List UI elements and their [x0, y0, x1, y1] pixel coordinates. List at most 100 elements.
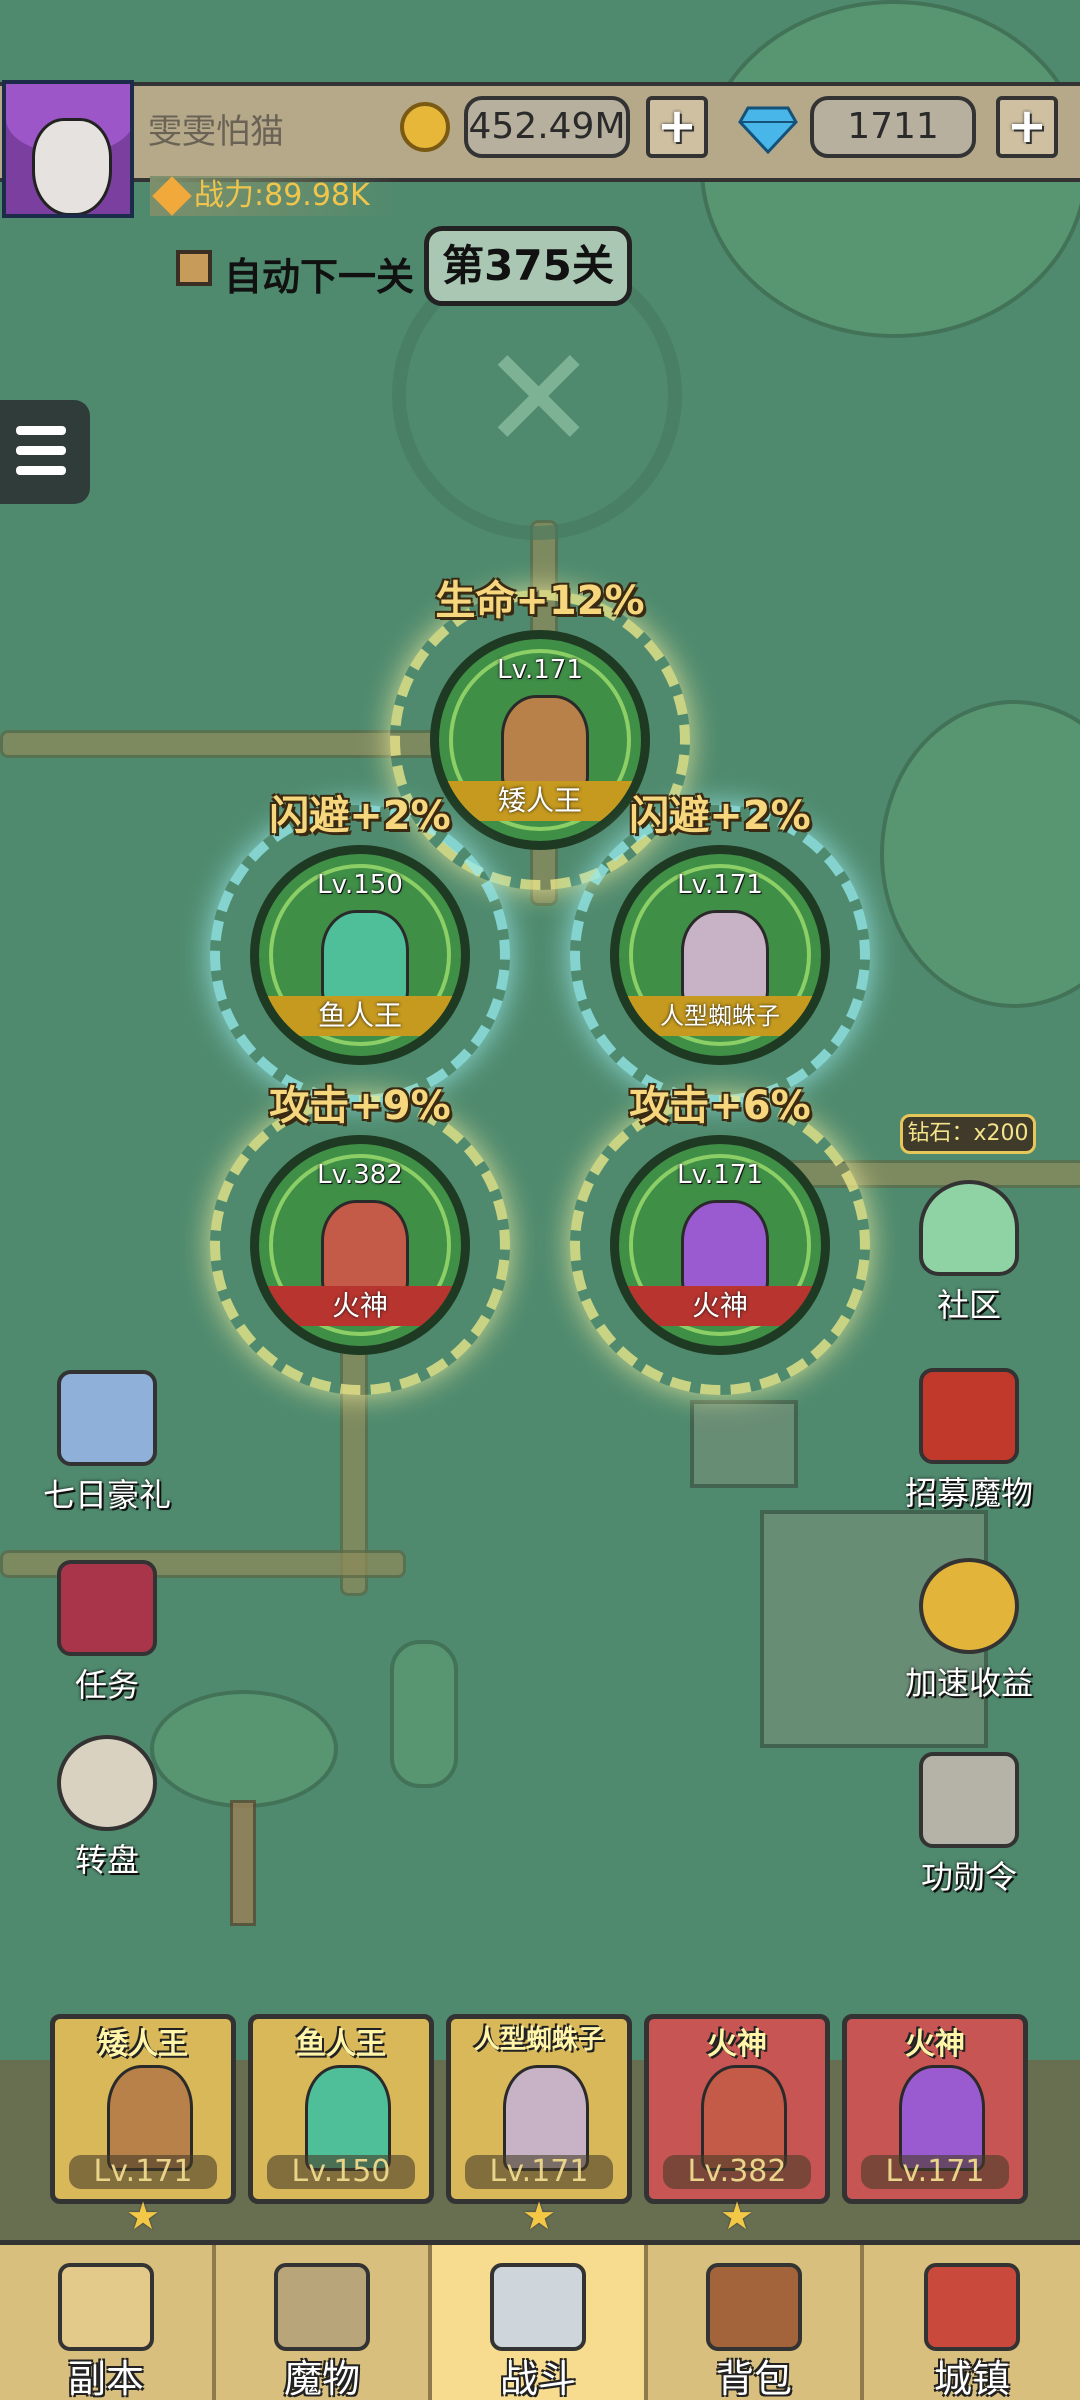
- speed-up-earnings-button[interactable]: 加速收益: [894, 1558, 1044, 1704]
- button-label: 功勋令: [920, 1858, 1017, 1896]
- nav-tab-town[interactable]: 城镇: [864, 2245, 1080, 2400]
- team-slot-3[interactable]: 人型蜘蛛子 Lv.171: [446, 2014, 632, 2204]
- team-unit-level: Lv.171: [69, 2155, 217, 2189]
- menu-line: [16, 446, 66, 455]
- unit-disc: Lv.382 火神: [250, 1135, 470, 1355]
- menu-line: [16, 466, 66, 475]
- quest-button[interactable]: 任务: [32, 1560, 182, 1706]
- diamond-icon: [738, 106, 798, 154]
- tap-community-icon: [919, 1180, 1019, 1276]
- nav-label: 战斗: [499, 2357, 576, 2400]
- unit-name: 火神: [259, 1286, 461, 1326]
- unit-level: Lv.171: [677, 870, 763, 900]
- team-unit-name: 火神: [905, 2027, 965, 2062]
- map-building: [690, 1400, 798, 1488]
- recruit-banner-icon: [919, 1368, 1019, 1464]
- unit-level: Lv.150: [317, 870, 403, 900]
- star-icon: ★: [719, 2194, 755, 2238]
- nav-tab-monsters[interactable]: 魔物: [216, 2245, 432, 2400]
- wheel-button[interactable]: 转盘: [32, 1735, 182, 1881]
- team-unit-level: Lv.171: [861, 2155, 1009, 2189]
- diamond-amount: 1711: [810, 96, 976, 158]
- team-unit-name: 人型蜘蛛子: [473, 2025, 604, 2055]
- quest-book-icon: [57, 1560, 157, 1656]
- nav-tab-battle[interactable]: 战斗: [432, 2245, 648, 2400]
- combat-power-text: 战力:89.98K: [194, 178, 370, 213]
- team-unit-level: Lv.382: [663, 2155, 811, 2189]
- coin-boost-icon: [919, 1558, 1019, 1654]
- unit-buff: 闪避+2%: [269, 793, 451, 839]
- nav-label: 副本: [67, 2357, 144, 2400]
- team-slot-5[interactable]: 火神 Lv.171: [842, 2014, 1028, 2204]
- add-diamond-button[interactable]: +: [996, 96, 1058, 158]
- formation-slot-2[interactable]: Lv.150 鱼人王 闪避+2%: [210, 793, 510, 1105]
- menu-button[interactable]: [0, 400, 90, 504]
- player-name: 雯雯怕猫: [148, 112, 284, 152]
- map-tree: [390, 1640, 458, 1788]
- unit-level: Lv.171: [497, 655, 583, 685]
- nav-label: 背包: [715, 2357, 792, 2400]
- unit-level: Lv.171: [677, 1160, 763, 1190]
- merit-order-button[interactable]: 功勋令: [894, 1752, 1044, 1898]
- team-unit-level: Lv.150: [267, 2155, 415, 2189]
- star-icon: ★: [125, 2194, 161, 2238]
- avatar-face: [32, 118, 112, 214]
- map-tree-trunk: [230, 1800, 256, 1926]
- team-unit-name: 鱼人王: [296, 2027, 386, 2062]
- combat-power: 战力:89.98K: [150, 176, 400, 216]
- unit-name: 火神: [619, 1286, 821, 1326]
- knight-helmet-icon: [57, 1370, 157, 1466]
- unit-disc: Lv.150 鱼人王: [250, 845, 470, 1065]
- formation-slot-3[interactable]: Lv.171 人型蜘蛛子 闪避+2%: [570, 793, 870, 1105]
- button-label: 招募魔物: [904, 1474, 1033, 1512]
- auto-next-checkbox[interactable]: [176, 250, 212, 286]
- player-avatar[interactable]: [2, 80, 134, 218]
- power-icon: [152, 176, 192, 216]
- team-unit-level: Lv.171: [465, 2155, 613, 2189]
- unit-disc: Lv.171 火神: [610, 1135, 830, 1355]
- nav-tab-dungeon[interactable]: 副本: [0, 2245, 216, 2400]
- crossed-swords-emblem-icon: ✕: [480, 318, 598, 481]
- star-icon: ★: [521, 2194, 557, 2238]
- unit-buff: 生命+12%: [435, 578, 645, 624]
- current-level-badge: 第375关: [424, 226, 632, 306]
- map-tree: [880, 700, 1080, 1008]
- game-screen: ✕ 雯雯怕猫 452.49M + 1711 + 战力:89.98K 自动下一关 …: [0, 0, 1080, 2400]
- button-label: 加速收益: [904, 1664, 1033, 1702]
- team-unit-name: 矮人王: [98, 2027, 188, 2062]
- nav-tab-backpack[interactable]: 背包: [648, 2245, 864, 2400]
- add-gold-button[interactable]: +: [646, 96, 708, 158]
- merit-helmet-icon: [919, 1752, 1019, 1848]
- wheel-icon: [57, 1735, 157, 1831]
- auto-next-label[interactable]: 自动下一关: [224, 246, 414, 301]
- gold-amount: 452.49M: [464, 96, 630, 158]
- team-slot-4[interactable]: 火神 Lv.382: [644, 2014, 830, 2204]
- recruit-button[interactable]: 招募魔物: [894, 1368, 1044, 1514]
- team-slot-1[interactable]: 矮人王 Lv.171: [50, 2014, 236, 2204]
- nav-label: 魔物: [283, 2357, 360, 2400]
- monster-helmet-icon: [274, 2263, 370, 2351]
- formation-slot-5[interactable]: Lv.171 火神 攻击+6%: [570, 1083, 870, 1395]
- bottom-nav: 副本 魔物 战斗 背包 城镇: [0, 2240, 1080, 2400]
- unit-name: 鱼人王: [259, 996, 461, 1036]
- seven-day-gift-button[interactable]: 七日豪礼: [32, 1370, 182, 1516]
- button-label: 任务: [74, 1666, 139, 1704]
- team-unit-name: 火神: [707, 2027, 767, 2062]
- unit-level: Lv.382: [317, 1160, 403, 1190]
- unit-buff: 闪避+2%: [629, 793, 811, 839]
- menu-line: [16, 426, 66, 435]
- button-label: 七日豪礼: [42, 1476, 171, 1514]
- button-label: 转盘: [74, 1841, 139, 1879]
- map-scroll-icon: [58, 2263, 154, 2351]
- formation-slot-4[interactable]: Lv.382 火神 攻击+9%: [210, 1083, 510, 1395]
- unit-buff: 攻击+6%: [629, 1083, 811, 1129]
- unit-buff: 攻击+9%: [269, 1083, 451, 1129]
- backpack-icon: [706, 2263, 802, 2351]
- community-reward-tip: 钻石：x200: [900, 1114, 1036, 1154]
- unit-name: 人型蜘蛛子: [619, 996, 821, 1036]
- team-slot-2[interactable]: 鱼人王 Lv.150: [248, 2014, 434, 2204]
- crossed-swords-icon: [490, 2263, 586, 2351]
- community-button[interactable]: 社区: [894, 1180, 1044, 1326]
- gold-coin-icon: [400, 102, 450, 152]
- button-label: 社区: [936, 1286, 1001, 1324]
